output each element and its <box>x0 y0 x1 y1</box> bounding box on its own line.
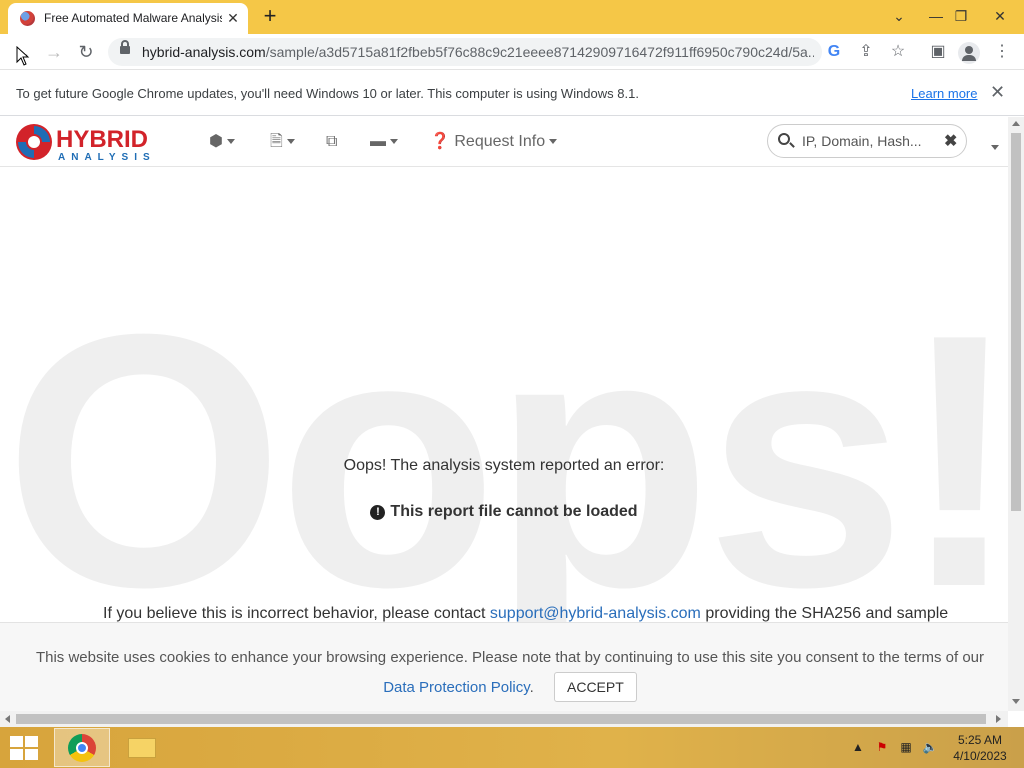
mouse-cursor-icon <box>16 46 30 66</box>
scroll-up-arrow-icon[interactable] <box>1012 121 1020 126</box>
system-clock[interactable]: 5:25 AM 4/10/2023 <box>948 732 1012 764</box>
nav-reports-link[interactable]: ⧉ <box>326 130 337 154</box>
chrome-icon <box>68 734 96 762</box>
contact-suffix: providing the SHA256 and sample <box>705 605 949 622</box>
tab-close-icon[interactable]: ✕ <box>224 9 242 27</box>
error-heading: Oops! The analysis system reported an er… <box>343 457 665 474</box>
scroll-right-arrow-icon[interactable] <box>996 715 1001 723</box>
infobar-close-icon[interactable]: ✕ <box>990 82 1005 103</box>
question-circle-icon: ❓ <box>430 133 450 150</box>
browser-toolbar: ← → ↻ hybrid-analysis.com/sample/a3d5715… <box>0 34 1024 70</box>
profile-avatar-icon[interactable] <box>958 42 980 64</box>
caret-down-icon <box>390 139 398 145</box>
hybrid-analysis-logo[interactable]: HYBRID ANALYSIS <box>14 120 182 164</box>
learn-more-link[interactable]: Learn more <box>911 86 977 101</box>
browser-tab[interactable]: Free Automated Malware Analysis ✕ <box>8 3 248 34</box>
lock-icon[interactable] <box>120 40 130 54</box>
side-panel-icon[interactable]: ▣ <box>924 38 952 66</box>
taskbar-chrome-button[interactable] <box>54 728 110 767</box>
exclamation-circle-icon: ! <box>370 505 386 520</box>
nav-sandbox-menu[interactable]: ⬢ <box>209 130 235 154</box>
folder-icon: ▬ <box>370 133 386 150</box>
horizontal-scrollbar[interactable] <box>0 711 1008 727</box>
menu-kebab-icon[interactable]: ⋮ <box>988 38 1016 66</box>
caret-down-icon <box>991 145 999 151</box>
logo-top-text: HYBRID <box>56 126 148 153</box>
nav-request-info[interactable]: ❓ Request Info <box>430 130 558 154</box>
support-email-link[interactable]: support@hybrid-analysis.com <box>490 605 701 622</box>
request-info-label: Request Info <box>454 133 546 150</box>
error-message-row: ! This report file cannot be loaded <box>0 503 1008 521</box>
restore-button[interactable]: ❐ <box>945 2 977 30</box>
vertical-scrollbar[interactable] <box>1008 117 1024 711</box>
horizontal-scroll-thumb[interactable] <box>16 714 986 724</box>
error-message: This report file cannot be loaded <box>390 503 638 520</box>
update-infobar: To get future Google Chrome updates, you… <box>0 70 1024 116</box>
show-hidden-icons-icon[interactable]: ▲ <box>850 739 866 755</box>
caret-down-icon <box>286 139 295 145</box>
action-center-flag-icon[interactable]: ⚑ <box>874 739 890 755</box>
logo-bottom-text: ANALYSIS <box>58 152 156 163</box>
data-protection-policy-link[interactable]: Data Protection Policy <box>383 679 529 696</box>
file-explorer-icon <box>128 738 156 758</box>
network-icon[interactable]: ▦ <box>898 739 914 755</box>
volume-muted-icon[interactable]: 🔈 <box>922 739 938 755</box>
site-navbar: HYBRID ANALYSIS ⬢ 🗎 ⧉ ▬ ❓ Request Info ✖ <box>0 117 1008 167</box>
clear-search-icon[interactable]: ✖ <box>944 131 957 151</box>
infobar-text: To get future Google Chrome updates, you… <box>16 86 639 101</box>
search-input[interactable] <box>800 132 930 150</box>
url-text[interactable]: hybrid-analysis.com/sample/a3d5715a81f2f… <box>142 44 814 60</box>
cookie-text-block: This website uses cookies to enhance you… <box>30 643 990 702</box>
cookie-text: This website uses cookies to enhance you… <box>35 649 985 666</box>
share-icon[interactable]: ⇪ <box>852 38 880 66</box>
search-dropdown-toggle[interactable] <box>987 139 999 157</box>
page-viewport: HYBRID ANALYSIS ⬢ 🗎 ⧉ ▬ ❓ Request Info ✖… <box>0 117 1008 711</box>
contact-prefix: If you believe this is incorrect behavio… <box>103 605 486 622</box>
bookmark-star-icon[interactable]: ☆ <box>884 38 912 66</box>
caret-down-icon <box>549 139 558 145</box>
url-path: /sample/a3d5715a81f2fbeb5f76c88c9c21eeee… <box>265 44 814 60</box>
clock-time: 5:25 AM <box>957 733 1003 747</box>
caret-down-icon <box>226 139 235 145</box>
copy-files-icon: ⧉ <box>326 133 338 150</box>
clock-date: 4/10/2023 <box>953 749 1007 763</box>
forward-button[interactable]: → <box>40 38 68 66</box>
file-upload-icon: 🗎 <box>270 133 283 150</box>
tab-title: Free Automated Malware Analysis <box>44 11 222 25</box>
close-window-button[interactable]: ✕ <box>980 2 1020 30</box>
address-bar[interactable]: hybrid-analysis.com/sample/a3d5715a81f2f… <box>108 38 822 66</box>
google-lens-icon[interactable]: G <box>820 38 848 66</box>
cube-icon: ⬢ <box>209 133 223 150</box>
browser-titlebar: Free Automated Malware Analysis ✕ + ⌄ — … <box>0 0 1024 34</box>
hybrid-analysis-favicon-icon <box>20 11 35 26</box>
cookie-period: . <box>529 679 534 696</box>
new-tab-button[interactable]: + <box>258 5 282 29</box>
url-host: hybrid-analysis.com <box>142 44 266 60</box>
site-search: ✖ <box>767 124 967 158</box>
taskbar-file-explorer-button[interactable] <box>126 734 158 762</box>
scroll-left-arrow-icon[interactable] <box>5 715 10 723</box>
nav-folder-menu[interactable]: ▬ <box>370 130 398 154</box>
windows-taskbar: ▲ ⚑ ▦ 🔈 5:25 AM 4/10/2023 <box>0 727 1024 768</box>
cookie-banner: This website uses cookies to enhance you… <box>0 622 1008 711</box>
search-icon <box>778 133 790 145</box>
accept-cookies-button[interactable]: ACCEPT <box>554 672 637 702</box>
tab-search-chevron-icon[interactable]: ⌄ <box>883 2 915 30</box>
nav-submit-menu[interactable]: 🗎 <box>270 130 295 154</box>
contact-line: If you believe this is incorrect behavio… <box>103 605 948 623</box>
vertical-scroll-thumb[interactable] <box>1011 133 1021 511</box>
scroll-down-arrow-icon[interactable] <box>1012 699 1020 704</box>
windows-start-button[interactable] <box>10 736 38 760</box>
reload-button[interactable]: ↻ <box>72 38 100 66</box>
